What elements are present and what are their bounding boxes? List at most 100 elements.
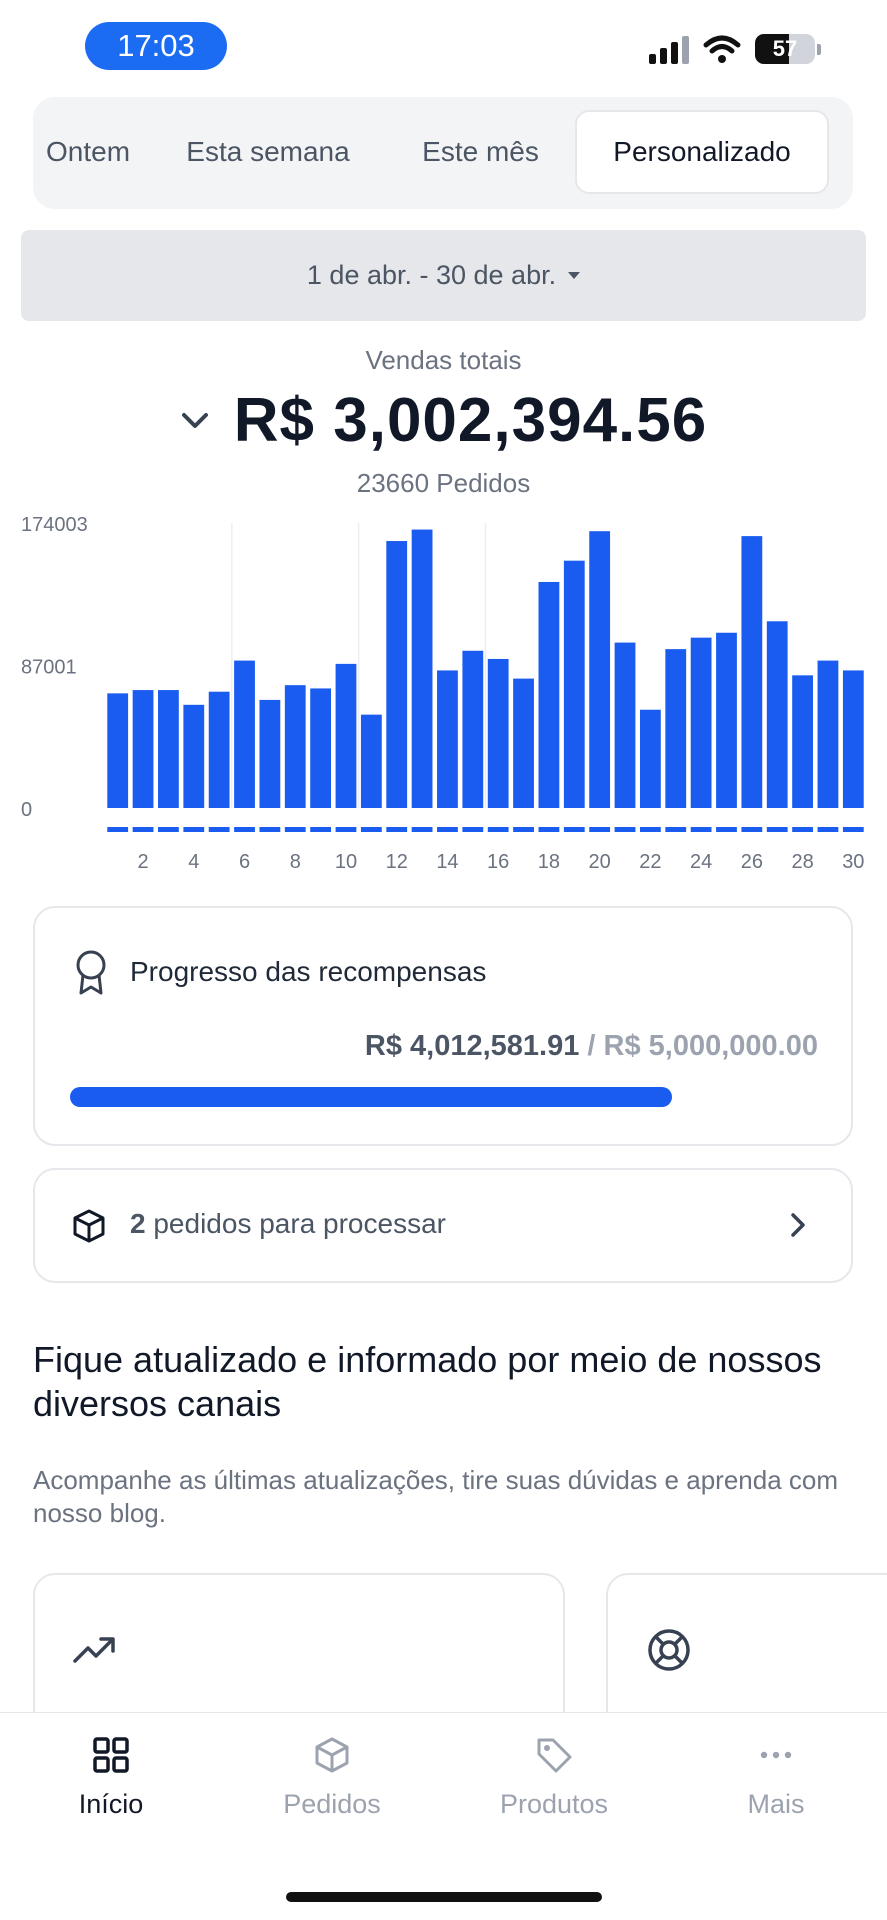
nav-home-label: Início (78, 1789, 144, 1819)
chart-x-tick-label: 20 (589, 851, 611, 870)
chart-bar (538, 581, 560, 808)
total-sales-value: R$ 3,002,394.56 (233, 386, 708, 455)
sales-bar-chart: 1740038700102 4 6 8 10 12 14 16 18 20 22 24 26 28 30 (21, 514, 864, 873)
chart-bar (716, 632, 737, 808)
chart-bar-baseline (208, 827, 230, 832)
bottom-navigation: Início Pedidos Produtos Mais (0, 1712, 887, 1920)
nav-orders[interactable]: Pedidos (242, 1735, 422, 1820)
sales-chart: 174003 87001 0 2 4 6 8 10 12 14 16 18 20 22 24 26 28 30 (0, 505, 887, 873)
rewards-progress-fill (70, 1087, 672, 1107)
tag-icon (537, 1738, 572, 1773)
chart-bar (842, 670, 864, 808)
chart-x-tick-label: 24 (690, 851, 712, 870)
chart-bar-baseline (284, 827, 306, 832)
chart-bar-baseline (259, 827, 281, 832)
battery-level: 57 (772, 36, 798, 61)
chart-bar (234, 660, 255, 808)
chart-bar (411, 529, 433, 808)
orders-to-process-label: pedidos para processar (145, 1208, 446, 1239)
chart-bar (107, 693, 129, 808)
chart-bar (360, 714, 382, 808)
orders-to-process-text: 2 pedidos para processar (130, 1208, 446, 1240)
chart-bar-baseline (614, 827, 636, 832)
chart-bar (589, 531, 611, 808)
chart-bar (386, 541, 408, 808)
date-range-label: 1 de abr. - 30 de abr. (306, 260, 557, 290)
chart-bar-baseline (234, 827, 255, 832)
chart-bar (665, 649, 687, 808)
tab-this-week[interactable]: Esta semana (168, 110, 368, 194)
chart-bar-baseline (487, 827, 509, 832)
box-icon (315, 1737, 349, 1773)
rewards-amounts: R$ 4,012,581.91 / R$ 5,000,000.00 (365, 1030, 818, 1063)
chart-x-tick-label: 10 (335, 851, 357, 870)
date-range-selector[interactable]: 1 de abr. - 30 de abr. (21, 230, 866, 321)
chart-bar (437, 670, 458, 808)
chart-bar-baseline (310, 827, 332, 832)
rewards-card[interactable]: Progresso das recompensas R$ 4,012,581.9… (33, 906, 853, 1146)
chart-bar (310, 688, 332, 808)
caret-down-icon (568, 272, 581, 279)
chart-bar (563, 560, 585, 808)
chart-bar-baseline (411, 827, 433, 832)
chart-bar-baseline (589, 827, 611, 832)
chart-x-tick-label: 4 (188, 851, 199, 870)
nav-more-label: Mais (747, 1789, 805, 1819)
chart-x-tick-label: 26 (741, 851, 763, 870)
chart-bar (335, 663, 357, 808)
total-sales-row: R$ 3,002,394.56 (0, 385, 887, 456)
chart-bar (259, 699, 281, 808)
tab-this-month[interactable]: Este mês (398, 110, 563, 194)
chevron-right-icon (791, 1213, 805, 1237)
chart-y-tick-label: 87001 (21, 657, 77, 679)
chart-x-tick-label: 28 (791, 851, 813, 870)
nav-home[interactable]: Início (21, 1735, 201, 1820)
chart-bar (792, 675, 813, 808)
status-bar: 17:03 57 (0, 0, 887, 95)
chart-bar-baseline (817, 827, 839, 832)
chart-bar-baseline (462, 827, 484, 832)
chart-bar-baseline (792, 827, 813, 832)
chart-bar-baseline (563, 827, 585, 832)
nav-more[interactable]: Mais (686, 1735, 866, 1820)
chart-bar-baseline (437, 827, 458, 832)
orders-to-process-card[interactable]: 2 pedidos para processar (33, 1168, 853, 1283)
chart-x-tick-label: 16 (487, 851, 509, 870)
tab-yesterday[interactable]: Ontem (33, 110, 148, 194)
box-icon (73, 1209, 105, 1243)
chart-bar-baseline (766, 827, 788, 832)
chart-bar-baseline (538, 827, 560, 832)
wifi-icon (703, 35, 741, 63)
chart-bar (208, 691, 230, 808)
rewards-separator: / (579, 1030, 604, 1062)
chart-bar (690, 637, 712, 808)
grid-icon (93, 1737, 129, 1773)
support-card[interactable] (606, 1573, 887, 1733)
signal-icon (649, 34, 689, 64)
chart-bar (513, 678, 534, 808)
chevron-down-icon[interactable] (180, 411, 210, 431)
chart-x-tick-label: 6 (239, 851, 250, 870)
chart-bar (741, 536, 763, 808)
chart-bar-baseline (639, 827, 661, 832)
more-icon (760, 1751, 792, 1759)
chart-bar-baseline (716, 827, 737, 832)
chart-x-tick-label: 12 (386, 851, 408, 870)
chart-bar-baseline (335, 827, 357, 832)
chart-bar (487, 658, 509, 808)
chart-y-tick-label: 174003 (21, 514, 88, 536)
chart-bar (817, 660, 839, 808)
trends-card[interactable] (33, 1573, 565, 1733)
chart-bar-baseline (741, 827, 763, 832)
chart-bar-baseline (513, 827, 534, 832)
chart-bar-baseline (183, 827, 205, 832)
chart-bar (766, 621, 788, 808)
nav-products[interactable]: Produtos (464, 1735, 644, 1820)
tab-custom[interactable]: Personalizado (575, 110, 829, 194)
period-tabs: Ontem Esta semana Este mês Personalizado (33, 97, 853, 209)
status-icons: 57 (649, 34, 821, 64)
nav-orders-label: Pedidos (283, 1789, 381, 1819)
chart-x-tick-label: 2 (137, 851, 148, 870)
chart-bar (158, 690, 179, 808)
rewards-title: Progresso das recompensas (130, 956, 487, 987)
